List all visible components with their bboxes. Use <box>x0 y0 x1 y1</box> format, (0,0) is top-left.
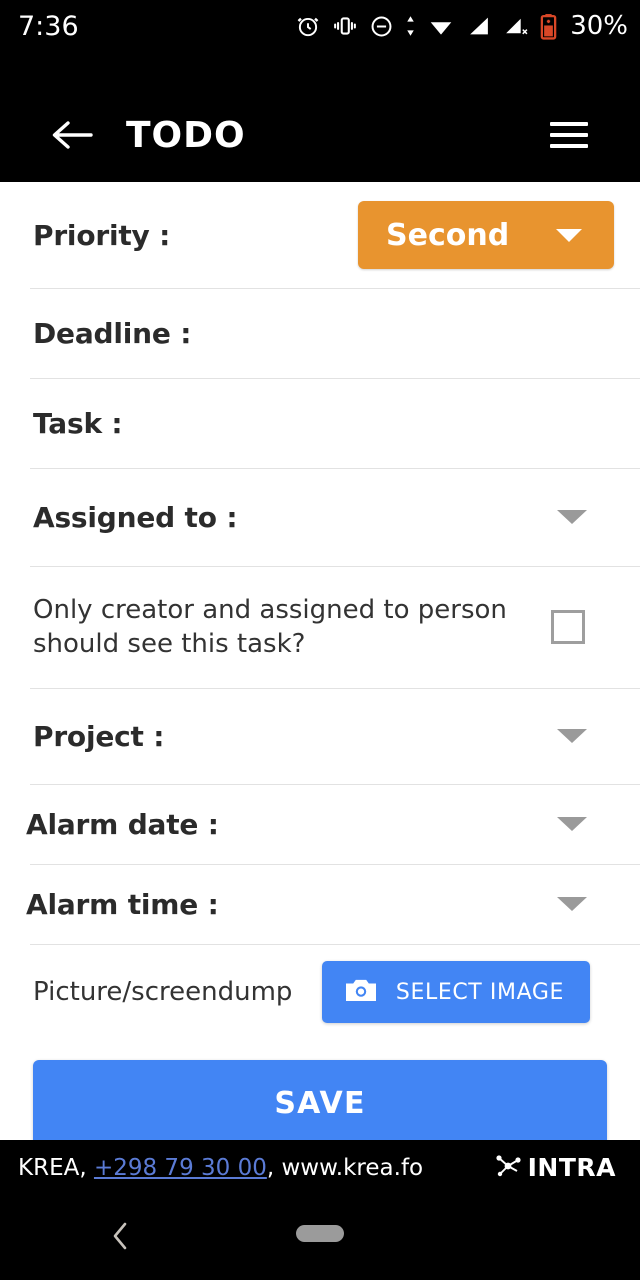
task-label: Task : <box>33 406 123 440</box>
private-task-label: Only creator and assigned to person shou… <box>33 594 507 659</box>
deadline-label: Deadline : <box>33 316 192 350</box>
android-nav-bar <box>0 1195 640 1280</box>
form-row-assigned-to[interactable]: Assigned to : <box>0 468 640 566</box>
alarm-time-chevron-down-icon[interactable] <box>557 897 587 911</box>
back-arrow-icon[interactable] <box>48 112 94 158</box>
footer-bar: KREA, +298 79 30 00, www.krea.fo INTRA <box>0 1140 640 1195</box>
phone-screen: 7:36 30% TODO Priority: Second Deadline… <box>0 0 640 1280</box>
project-chevron-down-icon[interactable] <box>557 729 587 743</box>
signal-no-sim-icon <box>502 13 529 39</box>
wifi-icon <box>427 13 455 39</box>
alarm-date-label: Alarm date : <box>26 807 219 841</box>
camera-icon <box>344 976 378 1008</box>
save-button[interactable]: SAVE <box>33 1060 607 1140</box>
battery-charging-icon <box>540 13 557 40</box>
assigned-to-label: Assigned to : <box>33 500 238 534</box>
priority-value: Second <box>386 217 510 253</box>
form-row-deadline[interactable]: Deadline : <box>0 288 640 378</box>
chevron-down-icon <box>556 228 582 242</box>
intra-brand-label: INTRA <box>527 1153 616 1182</box>
vibrate-icon <box>332 13 358 39</box>
form-row-alarm-date[interactable]: Alarm date : <box>0 784 640 864</box>
form-row-alarm-time[interactable]: Alarm time : <box>0 864 640 944</box>
assigned-to-chevron-down-icon[interactable] <box>557 510 587 524</box>
picture-label: Picture/screendump <box>33 976 293 1007</box>
project-label: Project : <box>33 719 165 753</box>
form-row-priority: Priority : Second <box>0 182 640 288</box>
nav-back-chevron-icon[interactable] <box>110 1221 132 1255</box>
footer-company: KREA, <box>18 1154 94 1181</box>
status-bar-clock: 7:36 <box>18 10 79 42</box>
status-bar: 7:36 30% <box>0 0 640 52</box>
priority-dropdown[interactable]: Second <box>358 201 614 269</box>
molecule-icon <box>492 1149 526 1187</box>
alarm-time-label: Alarm time : <box>26 887 219 921</box>
private-task-checkbox[interactable] <box>551 610 585 644</box>
intra-logo: INTRA <box>492 1149 616 1187</box>
page-title: TODO <box>126 114 246 156</box>
priority-label: Priority : <box>33 218 171 252</box>
todo-form: Priority : Second Deadline : Task : Assi… <box>0 182 640 1140</box>
data-transfer-icon <box>405 13 416 39</box>
alarm-date-chevron-down-icon[interactable] <box>557 817 587 831</box>
alarm-icon <box>295 13 321 39</box>
select-image-button[interactable]: SELECT IMAGE <box>321 961 590 1023</box>
form-row-task[interactable]: Task : <box>0 378 640 468</box>
app-bar: TODO <box>0 88 640 182</box>
hamburger-menu-icon[interactable] <box>550 113 594 157</box>
footer-phone-link[interactable]: +298 79 30 00 <box>94 1155 267 1181</box>
save-button-label: SAVE <box>274 1085 366 1121</box>
select-image-label: SELECT IMAGE <box>395 979 564 1005</box>
status-bar-icons: 30% <box>295 11 628 41</box>
footer-website: , www.krea.fo <box>266 1154 424 1181</box>
nav-home-pill-icon[interactable] <box>296 1225 344 1242</box>
footer-contact-text: KREA, +298 79 30 00, www.krea.fo <box>18 1155 423 1181</box>
do-not-disturb-icon <box>369 14 394 39</box>
form-row-private-task: Only creator and assigned to person shou… <box>0 566 640 688</box>
signal-icon <box>466 13 491 39</box>
save-button-wrapper: SAVE <box>0 1040 640 1140</box>
form-row-project[interactable]: Project : <box>0 688 640 784</box>
form-row-picture: Picture/screendump SELECT IMAGE <box>0 944 640 1040</box>
battery-percent-label: 30% <box>570 11 628 41</box>
